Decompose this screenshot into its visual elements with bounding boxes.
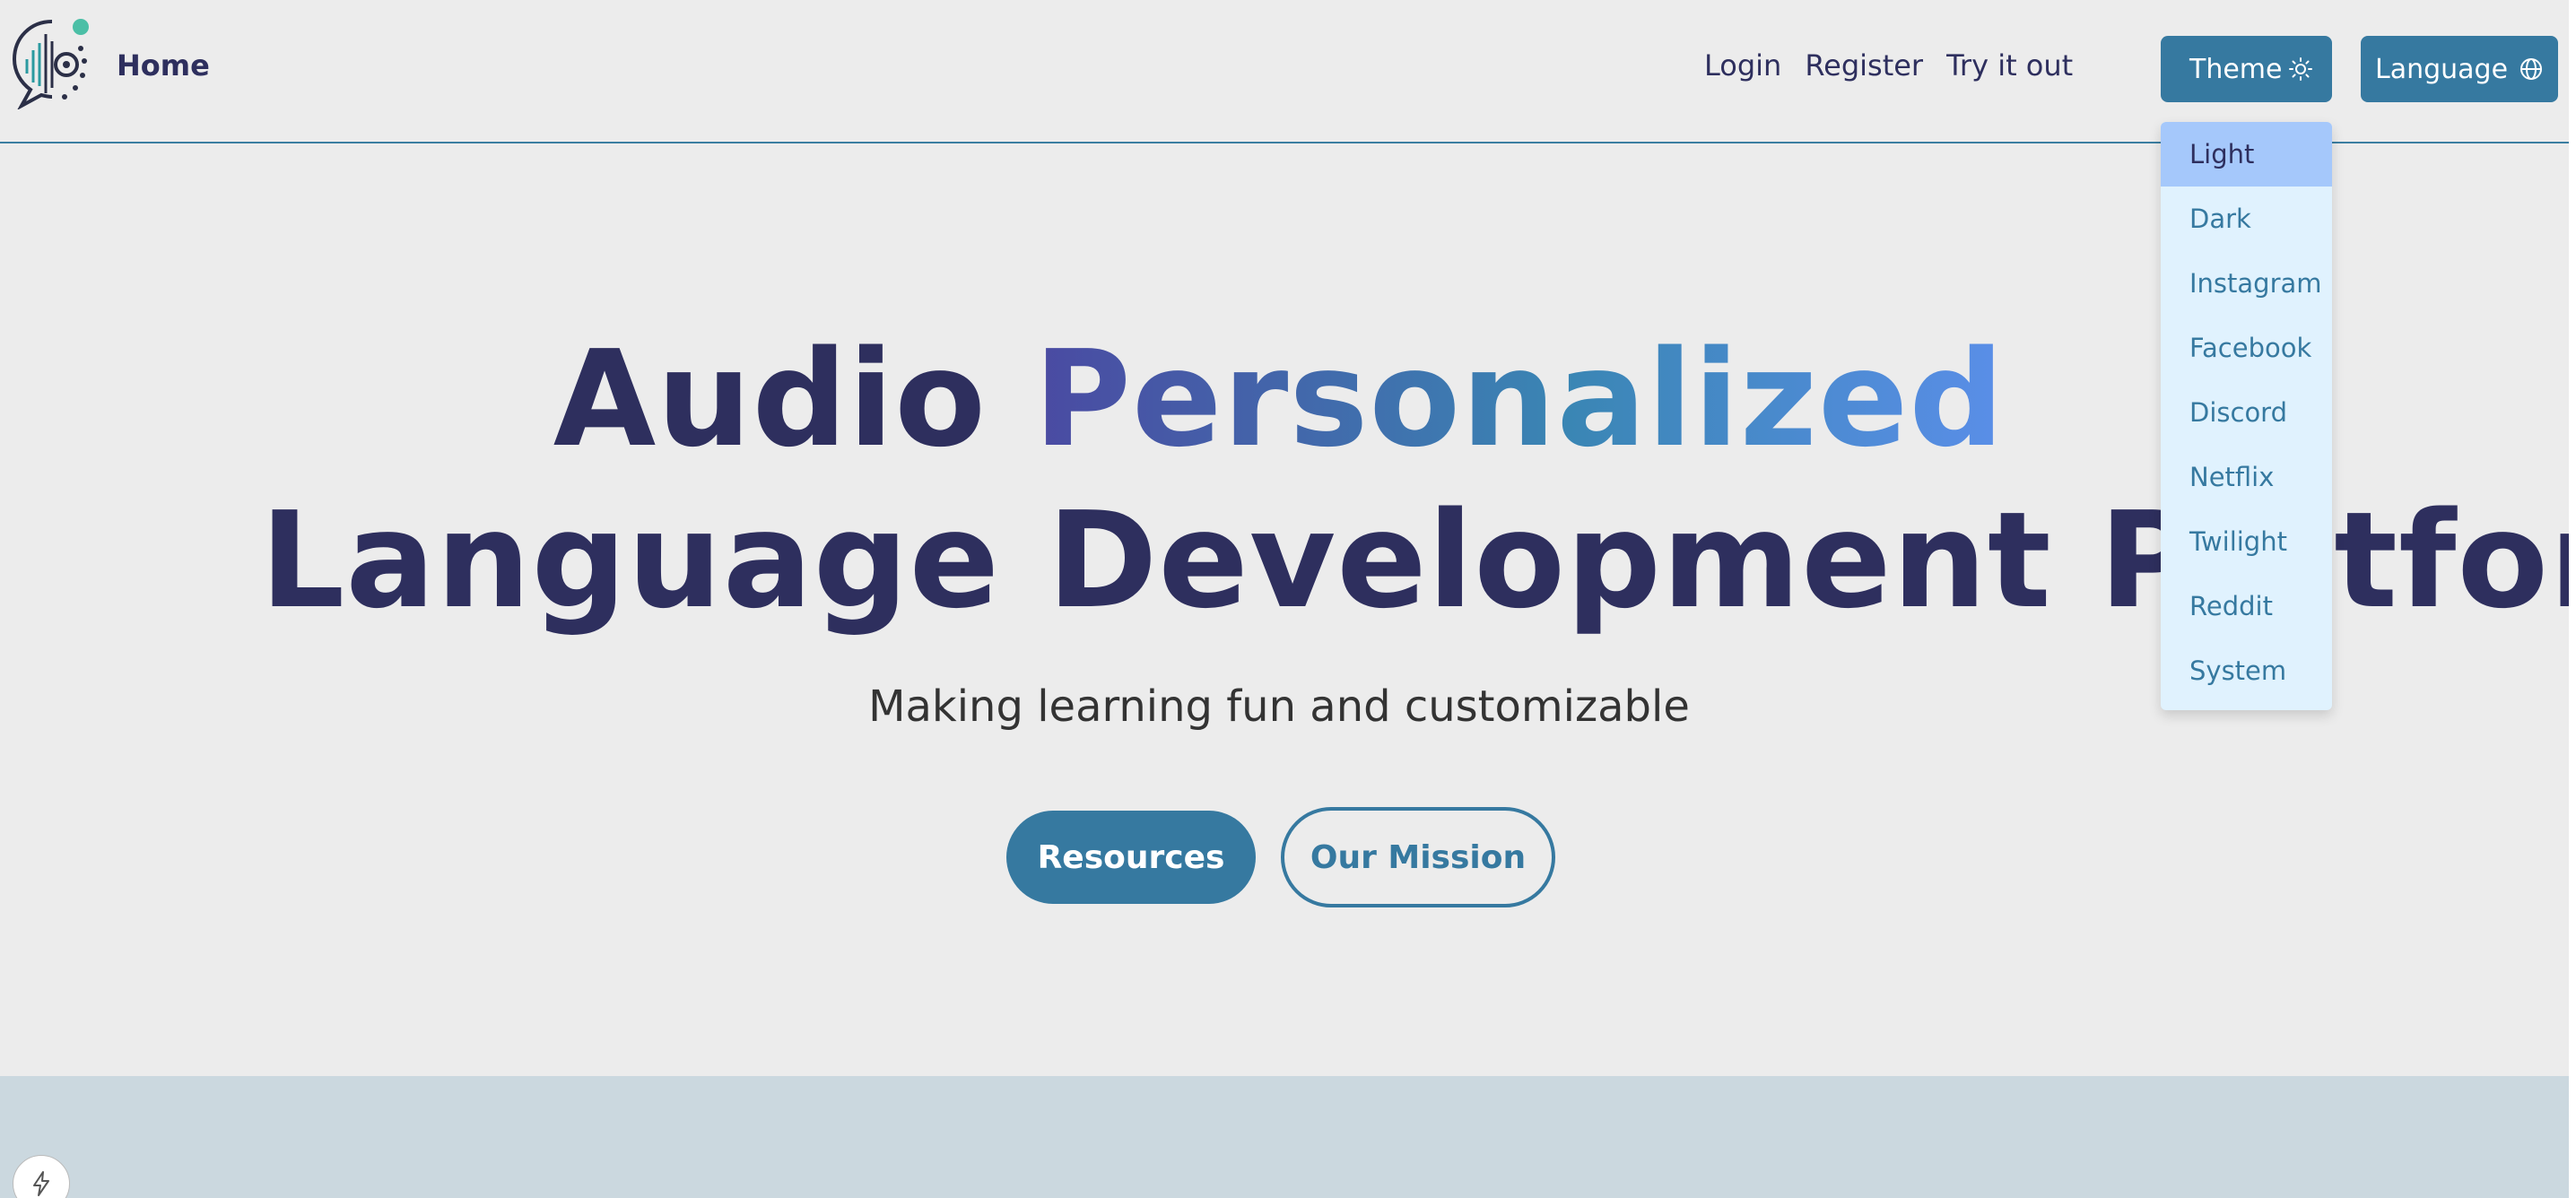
language-button[interactable]: Language <box>2361 36 2558 102</box>
audio-speech-bubble-logo-icon <box>12 19 89 111</box>
language-button-label: Language <box>2375 53 2509 85</box>
globe-icon <box>2520 58 2542 80</box>
nav-links: Login Register Try it out <box>1704 48 2073 82</box>
theme-option-discord[interactable]: Discord <box>2161 380 2332 445</box>
page: Home Login Register Try it out Theme Lan… <box>0 0 2576 1198</box>
theme-button[interactable]: Theme <box>2161 36 2332 102</box>
hero-title-word-audio: Audio <box>553 322 987 476</box>
theme-option-facebook[interactable]: Facebook <box>2161 316 2332 380</box>
sun-icon <box>2289 57 2312 81</box>
our-mission-button[interactable]: Our Mission <box>1281 807 1555 907</box>
resources-button[interactable]: Resources <box>1006 811 1256 904</box>
nav-login-link[interactable]: Login <box>1704 48 1781 82</box>
window-right-edge <box>2569 0 2576 1198</box>
home-link[interactable]: Home <box>117 48 210 82</box>
theme-option-reddit[interactable]: Reddit <box>2161 574 2332 638</box>
theme-option-instagram[interactable]: Instagram <box>2161 251 2332 316</box>
theme-option-twilight[interactable]: Twilight <box>2161 509 2332 574</box>
bottom-section-band <box>0 1076 2569 1198</box>
theme-option-light[interactable]: Light <box>2161 122 2332 187</box>
nav-register-link[interactable]: Register <box>1805 48 1923 82</box>
theme-dropdown-menu: Light Dark Instagram Facebook Discord Ne… <box>2161 122 2332 710</box>
lightning-bolt-icon <box>33 1171 49 1196</box>
hero-title-word-personalized: Personalized <box>1033 322 2006 476</box>
theme-option-dark[interactable]: Dark <box>2161 187 2332 251</box>
theme-button-label: Theme <box>2189 53 2283 85</box>
logo[interactable] <box>9 14 95 111</box>
nav-try-it-out-link[interactable]: Try it out <box>1946 48 2073 82</box>
theme-option-netflix[interactable]: Netflix <box>2161 445 2332 509</box>
theme-option-system[interactable]: System <box>2161 638 2332 703</box>
